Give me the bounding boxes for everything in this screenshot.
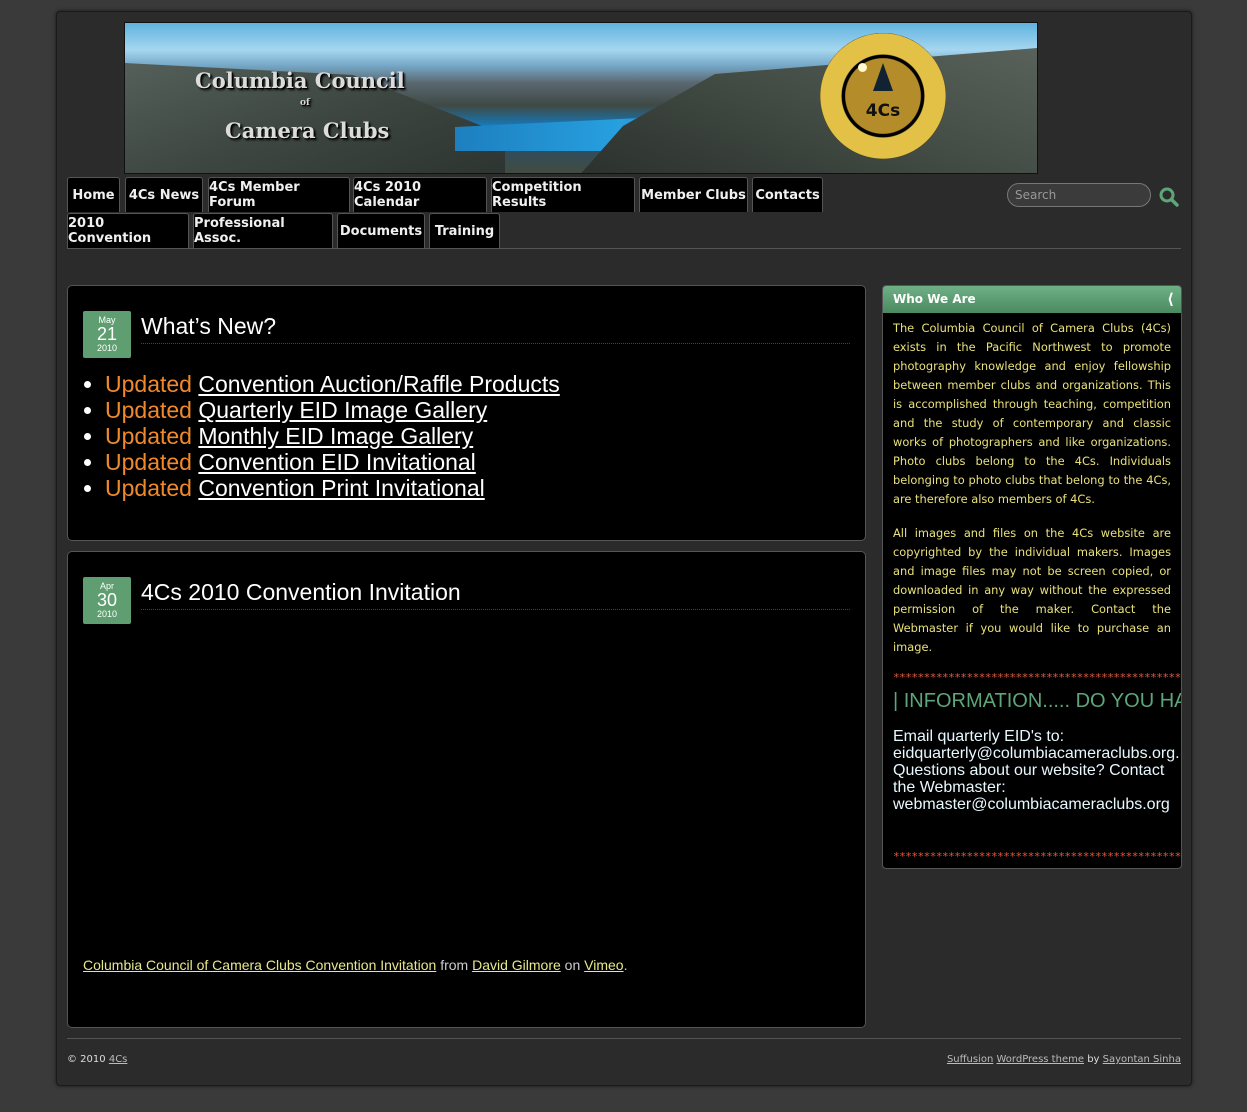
- about-paragraph: The Columbia Council of Camera Clubs (4C…: [893, 321, 1171, 506]
- vimeo-link[interactable]: Vimeo: [584, 957, 623, 973]
- date-day: 21: [96, 324, 118, 344]
- footer-site-link[interactable]: 4Cs: [109, 1054, 128, 1065]
- theme-link[interactable]: Suffusion: [947, 1054, 993, 1065]
- nav-member-forum[interactable]: 4Cs Member Forum: [208, 177, 350, 212]
- seal-sun-icon: [858, 63, 867, 72]
- contact-line: eidquarterly@columbiacameraclubs.org..: [893, 745, 1182, 762]
- sidebar-header: Who We Are ⟨: [883, 286, 1181, 313]
- page-wrapper: Columbia Council of Camera Clubs 4Cs Hom…: [56, 11, 1192, 1086]
- date-day: 30: [96, 590, 118, 610]
- nav-competition-results[interactable]: Competition Results: [491, 177, 635, 212]
- list-item: Updated Convention Print Invitational: [105, 475, 560, 501]
- video-embed[interactable]: [83, 627, 848, 942]
- post-title[interactable]: What’s New?: [141, 313, 850, 344]
- stars-divider-bottom: ****************************************…: [893, 850, 1182, 863]
- theme-author-link[interactable]: Sayontan Sinha: [1103, 1054, 1181, 1065]
- post-whats-new: May 21 2010 What’s New? Updated Conventi…: [67, 285, 866, 541]
- sidebar-who-we-are: Who We Are ⟨ The Columbia Council of Cam…: [882, 285, 1182, 869]
- nav-documents[interactable]: Documents: [337, 213, 425, 248]
- nav-training[interactable]: Training: [429, 213, 500, 248]
- post-convention-invitation: Apr 30 2010 4Cs 2010 Convention Invitati…: [67, 551, 866, 1028]
- contact-block: Email quarterly EID's to: eidquarterly@c…: [883, 728, 1181, 813]
- footer-copyright: © 2010 4Cs: [67, 1054, 127, 1065]
- nav-member-clubs[interactable]: Member Clubs: [639, 177, 748, 212]
- wordpress-theme-link[interactable]: WordPress theme: [996, 1054, 1084, 1065]
- seal-tree-icon: [873, 63, 893, 91]
- stars-divider-top: ****************************************…: [893, 671, 1182, 684]
- contact-line: webmaster@columbiacameraclubs.org: [893, 796, 1170, 813]
- list-item: Updated Convention Auction/Raffle Produc…: [105, 371, 560, 397]
- nav-2010-convention[interactable]: 2010 Convention: [67, 213, 189, 248]
- news-link[interactable]: Convention EID Invitational: [198, 449, 475, 475]
- news-link[interactable]: Quarterly EID Image Gallery: [198, 397, 487, 423]
- footer-by: by: [1087, 1054, 1100, 1065]
- banner-title-line1: Columbia Council: [195, 68, 405, 93]
- updated-tag: Updated: [105, 371, 192, 397]
- copyright-paragraph: All images and files on the 4Cs website …: [893, 526, 1171, 654]
- contact-line: Email quarterly EID's to:: [893, 728, 1065, 745]
- updated-tag: Updated: [105, 423, 192, 449]
- footer-credits: Suffusion WordPress theme by Sayontan Si…: [947, 1054, 1181, 1065]
- date-month: Apr: [99, 581, 114, 591]
- credit-end: .: [623, 957, 628, 973]
- list-item: Updated Monthly EID Image Gallery: [105, 423, 560, 449]
- info-marquee: | INFORMATION..... DO YOU HA: [893, 690, 1182, 712]
- credit-on: on: [564, 957, 581, 973]
- nav-home[interactable]: Home: [67, 177, 120, 212]
- updated-tag: Updated: [105, 397, 192, 423]
- updated-tag: Updated: [105, 449, 192, 475]
- video-credit: Columbia Council of Camera Clubs Convent…: [83, 957, 627, 973]
- copyright-text: © 2010: [67, 1054, 106, 1065]
- news-link[interactable]: Convention Print Invitational: [198, 475, 484, 501]
- video-link[interactable]: Columbia Council of Camera Clubs Convent…: [83, 957, 436, 973]
- list-item: Updated Quarterly EID Image Gallery: [105, 397, 560, 423]
- post-title[interactable]: 4Cs 2010 Convention Invitation: [141, 579, 850, 610]
- banner-title-line3: Camera Clubs: [225, 118, 390, 143]
- news-link[interactable]: Monthly EID Image Gallery: [198, 423, 473, 449]
- banner-title-line2: of: [300, 98, 310, 108]
- date-month: May: [98, 315, 116, 325]
- search-input[interactable]: [1007, 183, 1151, 207]
- banner-cliff-right: [577, 48, 1037, 173]
- author-link[interactable]: David Gilmore: [472, 957, 561, 973]
- nav-divider: [67, 248, 1181, 249]
- footer-divider: [67, 1038, 1181, 1039]
- sidebar-heading: Who We Are: [893, 292, 976, 306]
- seal-center-text: 4Cs: [865, 101, 901, 121]
- date-badge: May 21 2010: [83, 311, 131, 358]
- date-year: 2010: [96, 343, 118, 353]
- nav-calendar[interactable]: 4Cs 2010 Calendar: [353, 177, 487, 212]
- nav-professional-assoc[interactable]: Professional Assoc.: [193, 213, 333, 248]
- chevron-left-icon[interactable]: ⟨: [1167, 286, 1174, 313]
- contact-line: Questions about our website? Contact: [893, 762, 1165, 779]
- nav-contacts[interactable]: Contacts: [752, 177, 823, 212]
- date-badge: Apr 30 2010: [83, 577, 131, 624]
- header-banner[interactable]: Columbia Council of Camera Clubs 4Cs: [124, 22, 1038, 174]
- nav-4cs-news[interactable]: 4Cs News: [125, 177, 203, 212]
- news-list: Updated Convention Auction/Raffle Produc…: [83, 371, 560, 501]
- list-item: Updated Convention EID Invitational: [105, 449, 560, 475]
- seal-logo: 4Cs: [820, 33, 946, 159]
- updated-tag: Updated: [105, 475, 192, 501]
- news-link[interactable]: Convention Auction/Raffle Products: [198, 371, 559, 397]
- date-year: 2010: [96, 609, 118, 619]
- contact-line: the Webmaster:: [893, 779, 1006, 796]
- credit-from: from: [440, 957, 469, 973]
- search-icon[interactable]: [1159, 187, 1179, 207]
